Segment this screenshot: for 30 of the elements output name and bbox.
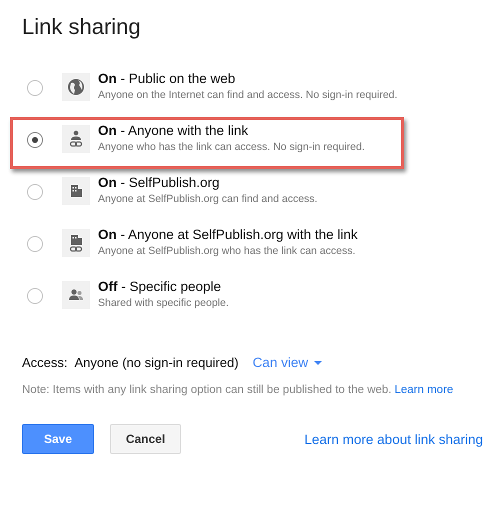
radio-button[interactable] <box>27 288 43 304</box>
radio-button[interactable] <box>27 80 43 96</box>
note-text: Note: Items with any link sharing option can still be published to the web. <box>22 384 392 396</box>
option-label: On - Anyone with the link <box>98 123 250 138</box>
sharing-option[interactable]: Off - Specific people Shared with specific people. <box>10 273 404 325</box>
option-description: Anyone at SelfPublish.org can find and access. <box>98 193 318 205</box>
sharing-option[interactable]: On - Public on the web Anyone on the Internet can find and access. No sign-in required. <box>10 65 404 117</box>
option-label: On - Anyone at SelfPublish.org with the link <box>98 227 358 242</box>
option-label: On - Public on the web <box>98 71 236 86</box>
help-link[interactable]: Learn more about link sharing <box>304 432 483 446</box>
option-description: Anyone on the Internet can find and access. No sign-in required. <box>98 89 398 101</box>
access-label: Access: <box>22 355 68 370</box>
radio-button[interactable] <box>27 184 43 200</box>
globe-icon <box>66 77 86 97</box>
permission-dropdown[interactable]: Can view <box>252 355 322 370</box>
option-label: On - SelfPublish.org <box>98 175 221 190</box>
option-label: Off - Specific people <box>98 279 222 294</box>
option-description: Anyone who has the link can access. No sign-in required. <box>98 141 365 153</box>
learn-more-link[interactable]: Learn more <box>394 384 454 396</box>
radio-button[interactable] <box>27 236 43 252</box>
radio-button[interactable] <box>27 132 43 148</box>
access-value: Anyone (no sign-in required) <box>74 355 239 370</box>
option-description: Shared with specific people. <box>98 297 229 309</box>
sharing-option[interactable]: On - SelfPublish.org Anyone at SelfPublish.org can find and access. <box>10 169 404 221</box>
cancel-button[interactable]: Cancel <box>110 424 181 454</box>
caret-icon <box>314 360 322 364</box>
option-description: Anyone at SelfPublish.org who has the link can access. <box>98 245 356 257</box>
sharing-option[interactable]: On - Anyone at SelfPublish.org with the link Anyone at SelfPublish.org who has the link can access. <box>10 221 404 273</box>
dialog-title: Link sharing <box>22 14 142 40</box>
sharing-option[interactable]: On - Anyone with the link Anyone who has the link can access. No sign-in required. <box>10 117 404 169</box>
